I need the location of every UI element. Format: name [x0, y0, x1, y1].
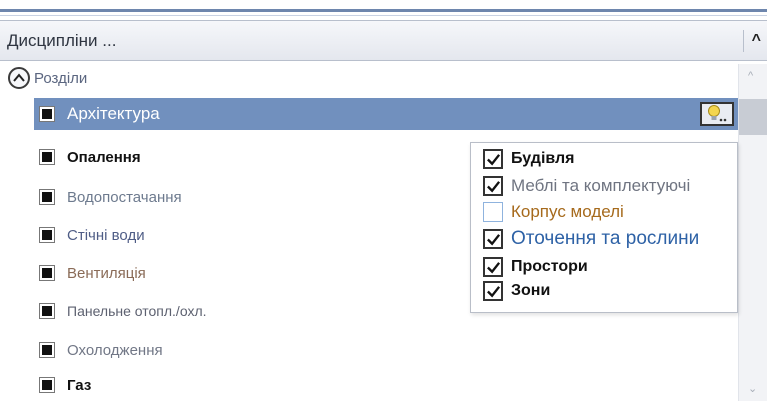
disciplines-header[interactable]: Дисципліни ... ^: [0, 20, 767, 61]
filled-square-icon: [42, 230, 52, 240]
visibility-toggle-checkbox[interactable]: [39, 265, 55, 281]
layer-option-label: Корпус моделі: [511, 202, 624, 221]
visibility-toggle-checkbox[interactable]: [39, 227, 55, 243]
checked-checkbox[interactable]: [483, 229, 503, 249]
discipline-label: Опалення: [67, 148, 141, 166]
checked-checkbox[interactable]: [483, 257, 503, 277]
discipline-label: Панельне отопл./охл.: [67, 303, 207, 319]
layer-option[interactable]: Будівля: [483, 148, 575, 170]
layer-option-label: Оточення та рослини: [511, 228, 700, 249]
filled-square-icon: [42, 152, 52, 162]
visibility-toggle-checkbox[interactable]: [39, 342, 55, 358]
scroll-up-icon[interactable]: ^: [748, 70, 753, 82]
check-icon: [486, 285, 500, 297]
visibility-toggle-checkbox[interactable]: [39, 189, 55, 205]
visibility-toggle-checkbox[interactable]: [39, 377, 55, 393]
disciplines-title: Дисципліни ...: [7, 31, 117, 50]
layer-option[interactable]: Зони: [483, 280, 550, 302]
top-rule: [0, 0, 767, 16]
filled-square-icon: [42, 268, 52, 278]
check-icon: [486, 153, 500, 165]
discipline-label: Газ: [67, 376, 92, 394]
layers-popup: Будівля Меблі та комплектуючі Корпус модел…: [470, 142, 738, 313]
lightbulb-icon[interactable]: [700, 102, 734, 126]
checked-checkbox[interactable]: [483, 176, 503, 196]
check-icon: [486, 261, 500, 273]
layer-option[interactable]: Меблі та комплектуючі: [483, 175, 690, 197]
checked-checkbox[interactable]: [483, 149, 503, 169]
visibility-toggle-checkbox[interactable]: [39, 149, 55, 165]
filled-square-icon: [42, 345, 52, 355]
filled-square-icon: [42, 109, 52, 119]
chevron-up-circle-icon[interactable]: [8, 67, 30, 89]
check-icon: [486, 233, 500, 245]
layer-option-label: Простори: [511, 258, 588, 275]
discipline-label: Вентиляція: [67, 264, 146, 282]
discipline-label: Водопостачання: [67, 188, 182, 206]
filled-square-icon: [42, 306, 52, 316]
layer-option-label: Зони: [511, 282, 551, 299]
scroll-down-icon[interactable]: ⌄: [748, 382, 757, 395]
vertical-scrollbar[interactable]: ^ ⌄: [738, 64, 767, 401]
discipline-label: Архітектура: [67, 104, 160, 123]
layer-option[interactable]: Простори: [483, 256, 588, 278]
discipline-label: Стічні води: [67, 226, 145, 244]
visibility-toggle-checkbox[interactable]: [39, 303, 55, 319]
discipline-row[interactable]: Охолодження: [34, 334, 738, 366]
filled-square-icon: [42, 192, 52, 202]
visibility-toggle-checkbox[interactable]: [39, 106, 55, 122]
sections-group[interactable]: Розділи: [8, 66, 87, 90]
filled-square-icon: [42, 380, 52, 390]
layer-option[interactable]: Оточення та рослини: [483, 228, 699, 250]
discipline-row[interactable]: Газ: [34, 369, 738, 401]
layer-option-label: Меблі та комплектуючі: [511, 176, 691, 195]
sections-label: Розділи: [34, 69, 88, 87]
scroll-thumb[interactable]: [739, 99, 767, 135]
discipline-label: Охолодження: [67, 341, 163, 359]
unchecked-checkbox[interactable]: [483, 202, 503, 222]
check-icon: [486, 180, 500, 192]
header-collapse-chevron-icon[interactable]: ^: [742, 30, 761, 52]
layer-option-label: Будівля: [511, 150, 575, 167]
checked-checkbox[interactable]: [483, 281, 503, 301]
discipline-row[interactable]: Архітектура: [34, 98, 738, 130]
layer-option[interactable]: Корпус моделі: [483, 201, 624, 223]
